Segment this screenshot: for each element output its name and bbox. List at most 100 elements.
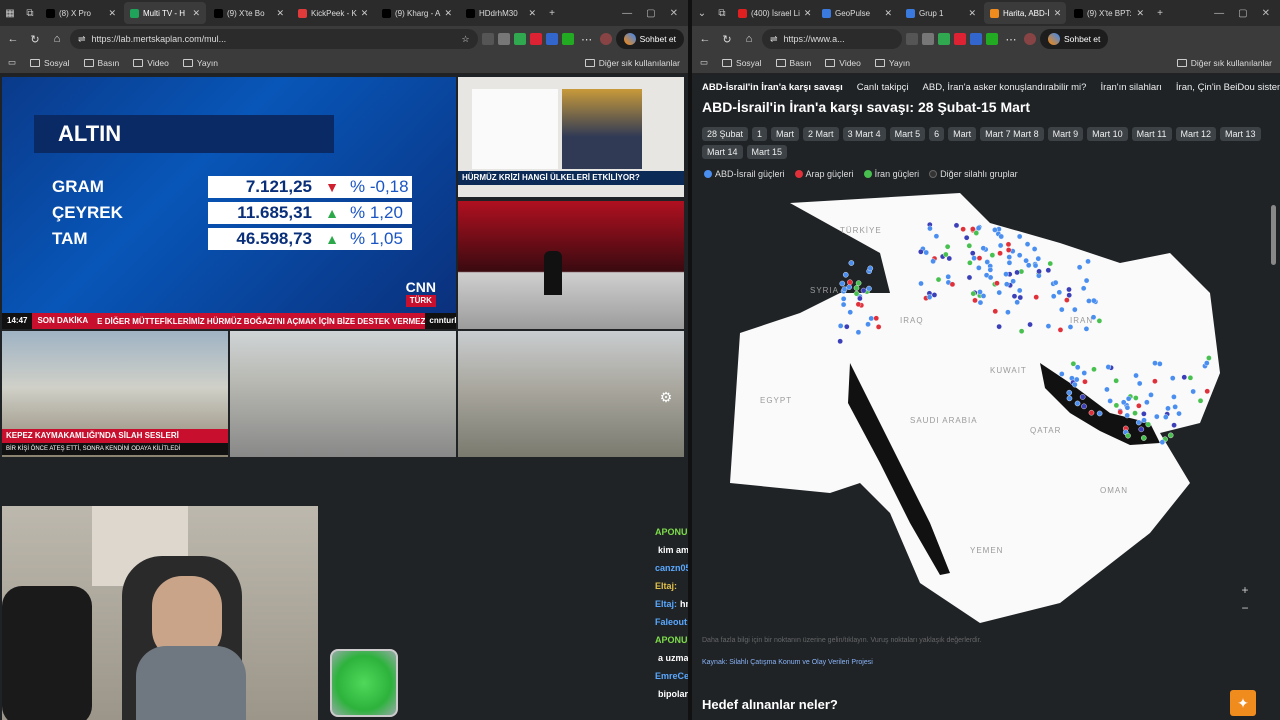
date-chip[interactable]: Mart [948, 127, 977, 141]
strike-point[interactable] [1124, 412, 1130, 419]
strike-point[interactable] [1140, 435, 1147, 441]
date-chip[interactable]: 3 Mart 4 [842, 127, 886, 141]
strike-point[interactable] [847, 309, 854, 316]
strike-point[interactable] [840, 301, 847, 308]
legend-item[interactable]: Diğer silahlı gruplar [929, 169, 1018, 179]
strike-point[interactable] [1171, 422, 1177, 428]
strike-point[interactable] [1066, 292, 1072, 298]
strike-point[interactable] [865, 321, 871, 328]
strike-point[interactable] [1032, 262, 1039, 269]
tab[interactable]: Grup 1 ✕ [900, 2, 982, 24]
strike-point[interactable] [837, 338, 843, 345]
strike-point[interactable] [853, 290, 860, 297]
chat-username[interactable]: Eltaj: [655, 581, 677, 591]
extension-icon[interactable] [545, 33, 558, 45]
strike-point[interactable] [855, 280, 862, 286]
strike-point[interactable] [967, 260, 973, 266]
reload-icon[interactable]: ↻ [718, 33, 736, 46]
strike-point[interactable] [1104, 386, 1110, 393]
extension-icon[interactable] [497, 33, 510, 45]
zoom-out-button[interactable]: − [1238, 599, 1252, 617]
strike-point[interactable] [1197, 397, 1204, 404]
strike-point[interactable] [1120, 399, 1127, 406]
strike-point[interactable] [1081, 403, 1087, 410]
strike-point[interactable] [1074, 364, 1081, 371]
strike-point[interactable] [994, 280, 1000, 287]
strike-point[interactable] [1027, 321, 1033, 328]
strike-point[interactable] [1190, 388, 1196, 395]
back-icon[interactable]: ← [4, 33, 22, 45]
strike-point[interactable] [1052, 279, 1059, 286]
strike-point[interactable] [860, 287, 867, 294]
extension-icon[interactable] [986, 33, 998, 45]
date-chip[interactable]: 1 [752, 127, 768, 141]
strike-point[interactable] [933, 233, 940, 239]
strike-point[interactable] [1066, 286, 1072, 293]
strike-point[interactable] [1125, 432, 1131, 439]
strike-point[interactable] [1023, 257, 1029, 264]
date-chip[interactable]: Mart 9 [1047, 127, 1084, 141]
strike-point[interactable] [837, 323, 844, 329]
strike-point[interactable] [1072, 306, 1078, 313]
favorite-icon[interactable]: ☆ [462, 34, 470, 45]
strike-point[interactable] [1171, 394, 1177, 400]
bookmark-folder[interactable]: Video [825, 58, 861, 68]
url-field[interactable]: ⇌ https://lab.mertskaplan.com/mul... ☆ [70, 29, 478, 49]
strike-point[interactable] [1024, 241, 1031, 247]
strike-point[interactable] [960, 226, 966, 232]
strike-point[interactable] [997, 250, 1003, 257]
strike-point[interactable] [1017, 294, 1024, 301]
strike-point[interactable] [1014, 299, 1020, 306]
date-chip[interactable]: 6 [929, 127, 945, 141]
strike-point[interactable] [1086, 298, 1092, 304]
bookmarks-icon[interactable]: ▭ [8, 57, 16, 68]
strike-point[interactable] [1031, 246, 1038, 252]
strike-point[interactable] [1018, 328, 1025, 334]
article-nav-link[interactable]: İran, Çin'in BeiDou sistem [1176, 82, 1280, 93]
strike-point[interactable] [841, 286, 848, 293]
strike-point[interactable] [930, 258, 936, 265]
strike-point[interactable] [977, 299, 984, 306]
strike-point[interactable] [1133, 372, 1139, 379]
close-tab-icon[interactable]: ✕ [192, 8, 200, 19]
strike-point[interactable] [918, 280, 924, 287]
strike-point[interactable] [1085, 258, 1091, 265]
strike-point[interactable] [1016, 233, 1023, 240]
strike-point[interactable] [1033, 294, 1040, 300]
tab[interactable]: (9) X'te BPT: ✕ [1068, 2, 1150, 24]
strike-point[interactable] [848, 260, 855, 266]
strike-point[interactable] [1172, 404, 1178, 410]
strike-point[interactable] [987, 274, 994, 281]
strike-point[interactable] [989, 252, 996, 258]
close-tab-icon[interactable]: ✕ [444, 8, 452, 19]
date-chip[interactable]: Mart 7 Mart 8 [980, 127, 1044, 141]
site-info-icon[interactable]: ⇌ [770, 34, 778, 45]
strike-point[interactable] [1124, 404, 1131, 411]
strike-point[interactable] [1057, 327, 1064, 333]
tab[interactable]: (9) X'te Bo ✕ [208, 2, 290, 24]
strike-point[interactable] [1003, 271, 1009, 277]
minimize-icon[interactable]: — [622, 8, 632, 19]
bookmark-folder[interactable]: Sosyal [722, 58, 762, 68]
strike-point[interactable] [1091, 366, 1097, 373]
legend-item[interactable]: İran güçleri [863, 169, 919, 179]
strike-point[interactable] [1064, 297, 1070, 303]
strike-point[interactable] [1036, 268, 1042, 275]
strike-point[interactable] [847, 279, 853, 286]
tab[interactable]: HDdrhM30 ✕ [460, 2, 542, 24]
extension-icon[interactable] [954, 33, 966, 45]
close-tab-icon[interactable]: ✕ [968, 8, 976, 19]
date-chip[interactable]: Mart 15 [746, 145, 788, 159]
tab[interactable]: (400) İsrael Li ✕ [732, 2, 814, 24]
strike-point[interactable] [839, 280, 846, 287]
strike-point[interactable] [1187, 375, 1194, 381]
strike-point[interactable] [1152, 360, 1158, 366]
home-icon[interactable]: ⌂ [740, 33, 758, 45]
extension-icon[interactable] [922, 33, 934, 45]
site-info-icon[interactable]: ⇌ [78, 34, 86, 45]
other-bookmarks[interactable]: Diğer sık kullanılanlar [584, 58, 680, 68]
strike-point[interactable] [1016, 287, 1023, 294]
strike-point[interactable] [998, 233, 1005, 240]
url-field[interactable]: ⇌ https://www.a... [762, 29, 902, 49]
strike-point[interactable] [1204, 388, 1211, 395]
